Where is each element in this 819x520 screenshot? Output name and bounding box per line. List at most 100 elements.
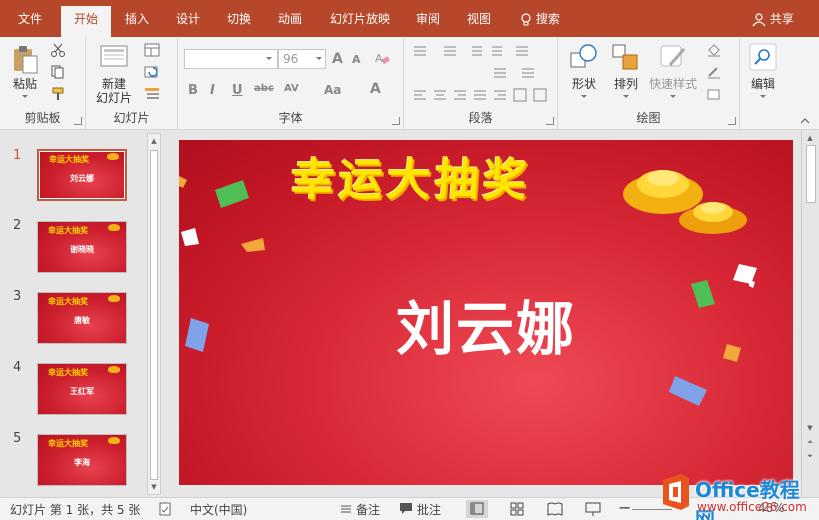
editing-button[interactable]: 编辑 — [744, 41, 782, 107]
bold-button[interactable]: B — [188, 83, 198, 98]
main-slide[interactable]: 幸运大抽奖 刘云娜 — [179, 140, 793, 485]
magnifier-icon — [749, 43, 777, 71]
copy-icon[interactable] — [50, 65, 66, 79]
slides-group: 新建 幻灯片 幻灯片 — [86, 37, 178, 130]
new-slide-button[interactable]: 新建 幻灯片 — [90, 43, 138, 109]
scroll-down-icon[interactable]: ▼ — [150, 482, 158, 492]
editing-label: 编辑 — [750, 77, 775, 91]
shrink-font-button[interactable]: A — [352, 53, 361, 66]
tab-home[interactable]: 开始 — [61, 6, 111, 37]
scroll-down-icon[interactable]: ▼ — [806, 423, 814, 433]
language-status[interactable]: 中文(中国) — [190, 501, 247, 518]
slideshow-view-button[interactable] — [582, 500, 604, 518]
slide-thumbnail-4[interactable]: 幸运大抽奖 王红军 — [37, 363, 127, 415]
tab-design[interactable]: 设计 — [170, 6, 206, 37]
tab-insert[interactable]: 插入 — [119, 6, 155, 37]
shape-outline-icon[interactable] — [706, 65, 722, 79]
notes-button[interactable]: 备注 — [356, 501, 380, 518]
chevron-down-icon — [760, 95, 766, 98]
slide-thumbnail-2[interactable]: 幸运大抽奖 谢晓晓 — [37, 221, 127, 273]
clear-format-icon[interactable]: A — [374, 51, 390, 65]
shapes-label: 形状 — [571, 77, 596, 91]
slide-number: 1 — [13, 148, 22, 163]
thumb-title: 幸运大抽奖 — [48, 368, 88, 377]
paste-icon — [14, 46, 38, 74]
shape-fill-icon[interactable] — [706, 43, 722, 57]
italic-button[interactable]: I — [210, 83, 215, 98]
slide-winner-name[interactable]: 刘云娜 — [179, 282, 793, 366]
change-case-button[interactable]: Aa — [324, 83, 341, 97]
font-name-field[interactable] — [184, 49, 278, 69]
reset-icon[interactable] — [144, 65, 160, 79]
thumb-name: 谢晓晓 — [70, 245, 94, 254]
scrollbar-thumb[interactable] — [806, 145, 816, 203]
arrange-icon — [612, 44, 638, 70]
tab-slideshow[interactable]: 幻灯片放映 — [324, 6, 396, 37]
cut-icon[interactable] — [50, 43, 66, 57]
drawing-launcher-icon[interactable] — [728, 117, 736, 125]
slide-thumbnail-5[interactable]: 幸运大抽奖 李海 — [37, 434, 127, 486]
underline-button[interactable]: U — [232, 83, 243, 98]
paragraph-icons[interactable] — [410, 43, 560, 113]
shapes-icon — [570, 44, 597, 68]
thumb-name: 唐敏 — [74, 316, 90, 325]
scroll-up-icon[interactable]: ▲ — [150, 136, 158, 146]
drawing-group: 形状 排列 快速样式 绘图 — [558, 37, 740, 130]
shape-effects-icon[interactable] — [706, 87, 722, 101]
spellcheck-icon[interactable] — [158, 502, 172, 516]
collapse-ribbon-icon[interactable] — [800, 117, 810, 125]
arrange-button[interactable]: 排列 — [606, 41, 646, 107]
paragraph-group-label: 段落 — [468, 111, 493, 125]
gold-ingot-icon — [108, 437, 120, 444]
watermark: Office教程网 www.office26.com — [653, 470, 819, 520]
thumb-title: 幸运大抽奖 — [48, 439, 88, 448]
thumbnail-scrollbar[interactable]: ▲ ▼ — [147, 133, 161, 495]
share-button[interactable]: 共享 — [748, 6, 798, 37]
slide-sorter-button[interactable] — [506, 500, 528, 518]
tab-review[interactable]: 审阅 — [410, 6, 446, 37]
paragraph-launcher-icon[interactable] — [546, 117, 554, 125]
slides-group-label: 幻灯片 — [113, 111, 150, 125]
tab-transitions[interactable]: 切换 — [221, 6, 257, 37]
tab-view[interactable]: 视图 — [461, 6, 497, 37]
quick-styles-icon — [660, 45, 686, 67]
strikethrough-button[interactable]: abc — [254, 83, 274, 94]
next-slide-icon[interactable]: ⏷ — [806, 451, 814, 461]
previous-slide-icon[interactable]: ⏶ — [806, 437, 814, 447]
slide-title[interactable]: 幸运大抽奖 — [289, 144, 533, 208]
gold-ingot-icon — [108, 224, 120, 231]
layout-icon[interactable] — [144, 43, 160, 57]
tab-search[interactable]: 搜索 — [514, 6, 566, 37]
slide-thumbnail-1[interactable]: 幸运大抽奖 刘云娜 — [37, 149, 127, 201]
font-color-button[interactable]: A — [370, 81, 381, 97]
slide-number: 3 — [13, 289, 22, 304]
gold-ingot-icon — [107, 153, 119, 160]
thumb-title: 幸运大抽奖 — [48, 226, 88, 235]
slide-thumbnail-3[interactable]: 幸运大抽奖 唐敏 — [37, 292, 127, 344]
format-painter-icon[interactable] — [50, 87, 66, 101]
search-label: 搜索 — [535, 12, 560, 26]
notes-icon — [341, 505, 351, 513]
new-slide-icon — [100, 45, 128, 67]
scrollbar-thumb[interactable] — [150, 150, 158, 480]
section-icon[interactable] — [144, 87, 160, 101]
grow-font-button[interactable]: A — [332, 51, 343, 67]
reading-view-button[interactable] — [544, 500, 566, 518]
slide-scrollbar[interactable]: ▲ ▼ ⏶ ⏷ — [801, 131, 819, 497]
drawing-group-label: 绘图 — [636, 111, 661, 125]
shapes-button[interactable]: 形状 — [564, 41, 604, 107]
quick-styles-button[interactable]: 快速样式 — [646, 41, 700, 107]
zoom-out-button[interactable]: − — [618, 498, 631, 517]
slide-sorter-icon — [510, 502, 524, 516]
scroll-up-icon[interactable]: ▲ — [806, 133, 814, 143]
office-logo-icon — [663, 474, 689, 510]
font-launcher-icon[interactable] — [392, 117, 400, 125]
ribbon: 粘贴 剪贴板 新建 幻灯片 幻灯片 96 A A A B I U abc AV … — [0, 37, 819, 130]
tab-file[interactable]: 文件 — [12, 6, 48, 37]
paste-button[interactable]: 粘贴 — [8, 43, 42, 99]
comments-button[interactable]: 批注 — [417, 501, 441, 518]
tab-animations[interactable]: 动画 — [272, 6, 308, 37]
normal-view-button[interactable] — [466, 500, 488, 518]
char-spacing-button[interactable]: AV — [284, 83, 299, 94]
clipboard-launcher-icon[interactable] — [74, 117, 82, 125]
